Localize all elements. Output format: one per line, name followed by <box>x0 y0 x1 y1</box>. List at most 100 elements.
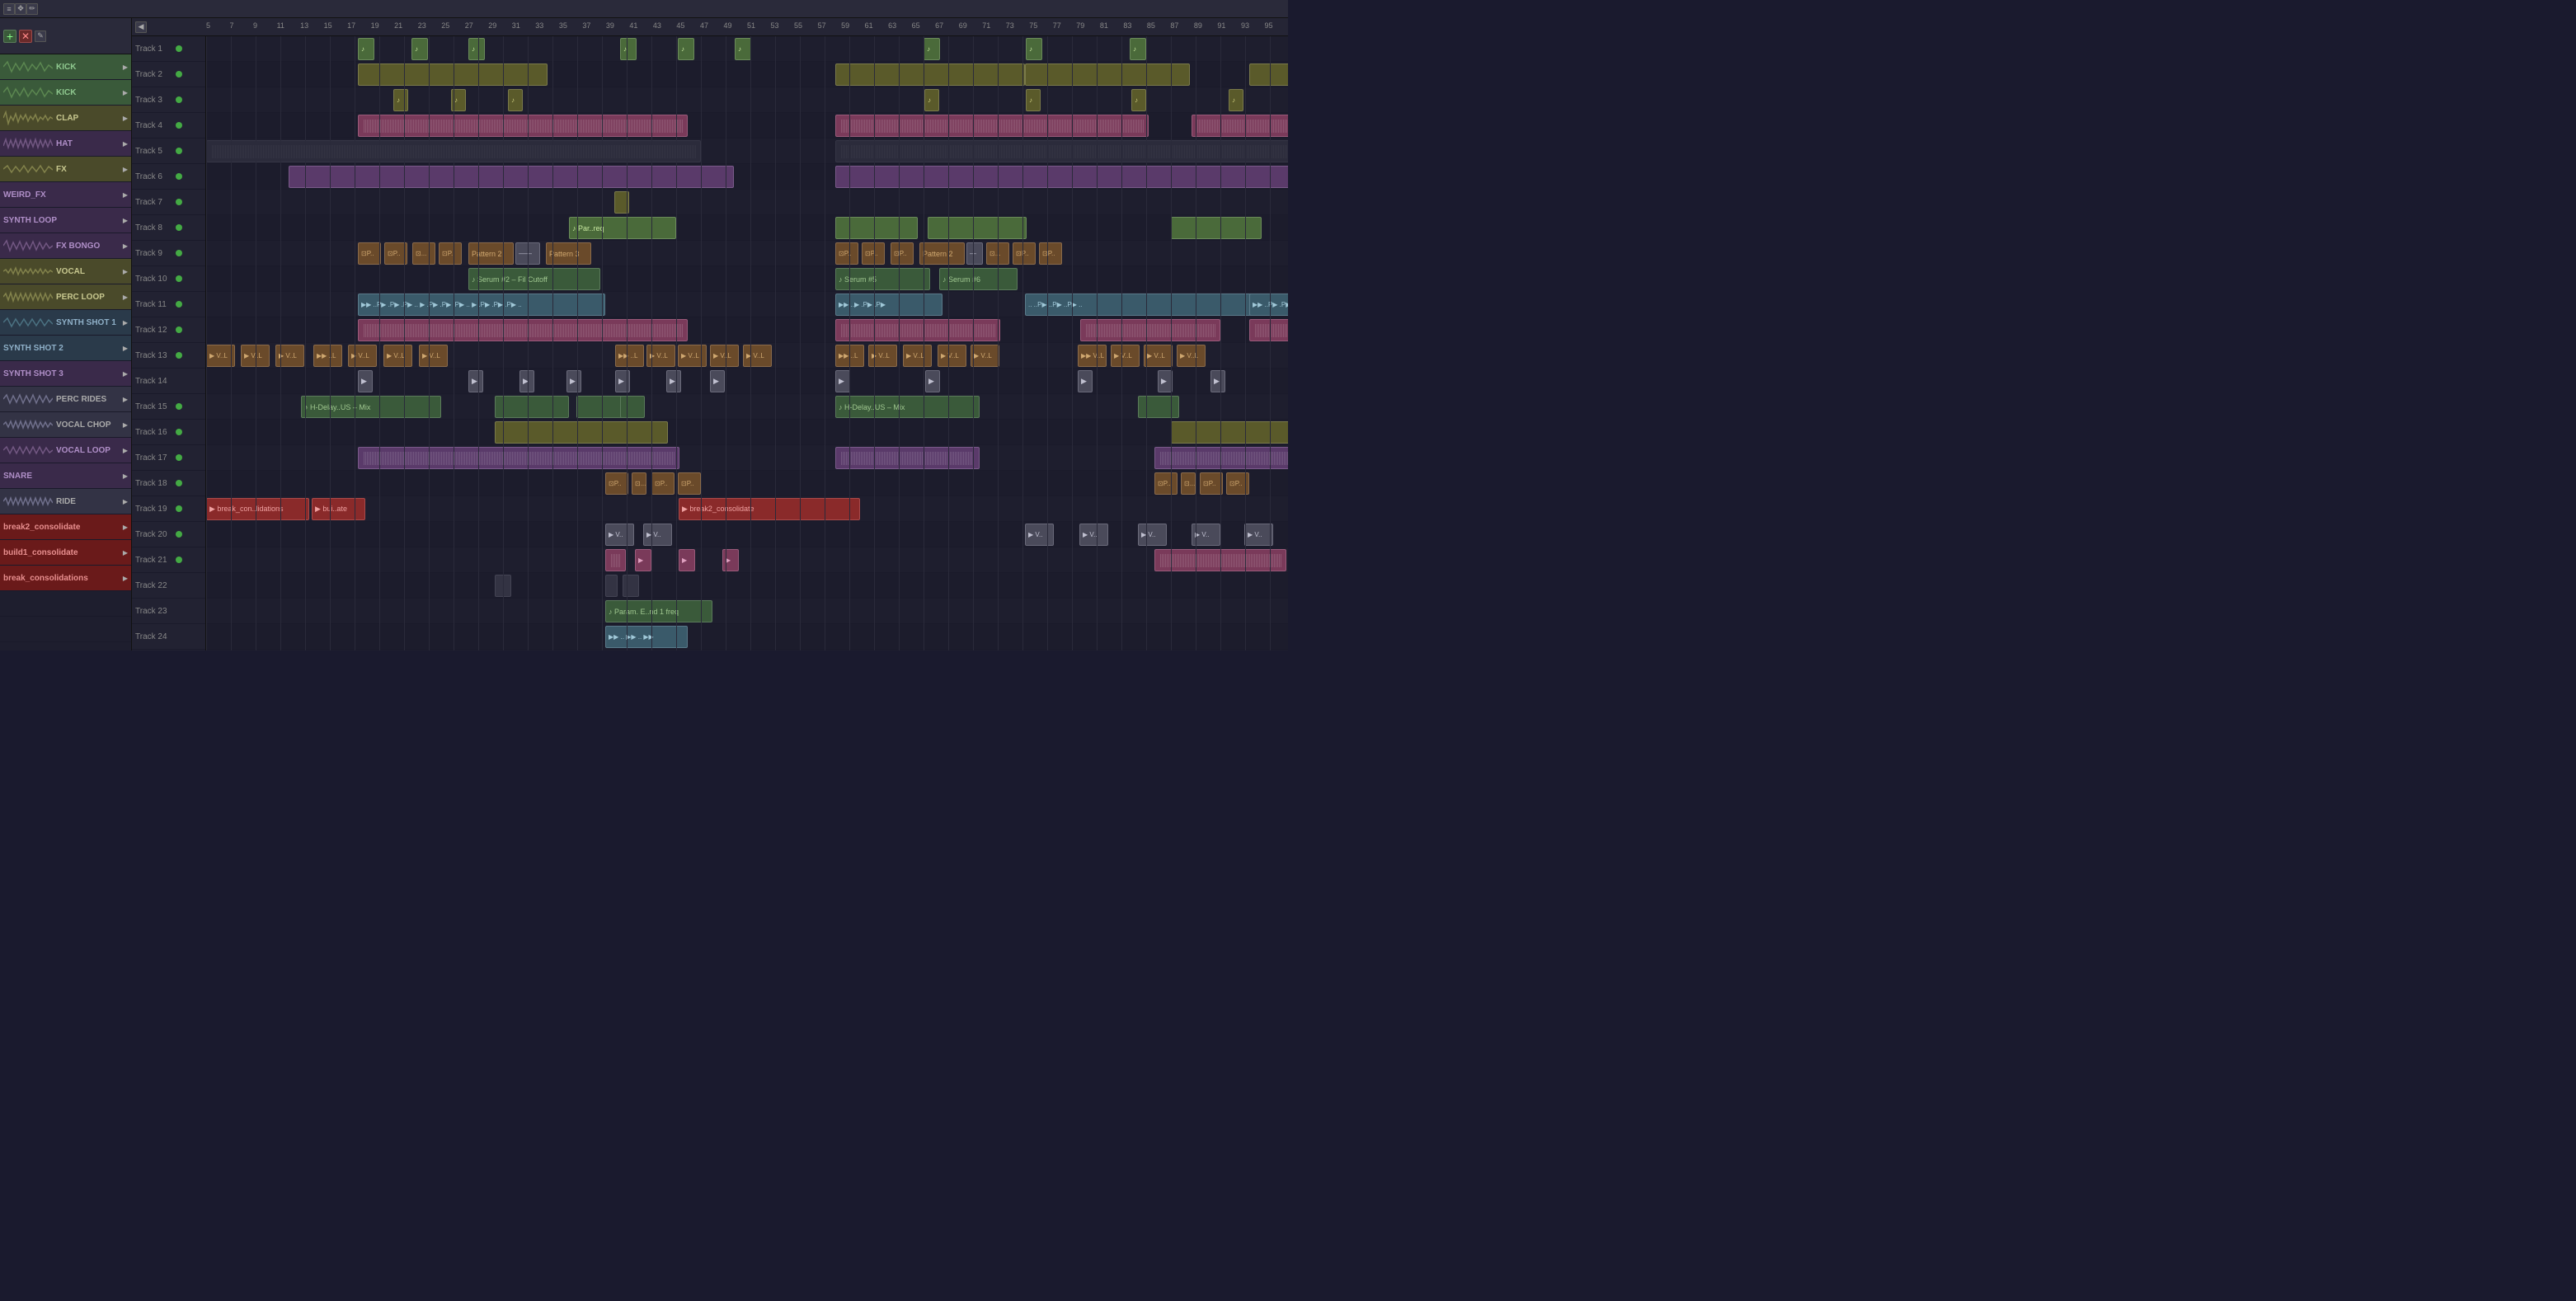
pattern-3-3[interactable]: ♪ <box>508 89 523 111</box>
pattern-20-5[interactable]: ▶ V.. <box>1138 524 1167 546</box>
track-item-kick1[interactable]: KICK ▶ <box>0 54 131 80</box>
pattern-9-10[interactable]: ⊡P.. <box>891 242 914 265</box>
track-item-snare[interactable]: SNARE ▶ <box>0 463 131 489</box>
pattern-18-2[interactable]: ⊡... <box>632 472 646 495</box>
move-tool-button[interactable]: ✥ <box>15 3 26 15</box>
pattern-12-3[interactable] <box>1080 319 1220 341</box>
track-item-synth-shot3[interactable]: SYNTH SHOT 3 ▶ <box>0 361 131 387</box>
pattern-21-4[interactable]: ▶ <box>722 549 739 571</box>
pattern-18-6[interactable]: ⊡... <box>1181 472 1196 495</box>
track-item-kick2[interactable]: KICK ▶ <box>0 80 131 106</box>
track-row-18[interactable]: ⊡P.. ⊡... ⊡P.. ⊡P.. ⊡P.. ⊡... ⊡P.. ⊡P.. <box>206 471 1288 496</box>
pattern-11-1[interactable]: ▶▶ ..P▶ .P▶ .P▶ .. ▶ .P▶ .P▶ .P▶ .. ▶ .P… <box>358 294 605 316</box>
pattern-14-10[interactable]: ▶ <box>1078 370 1093 392</box>
pattern-13-11[interactable]: ▶ V..L <box>710 345 739 367</box>
pattern-11-2[interactable]: ▶▶ ..▶ .P▶ .P▶ <box>835 294 942 316</box>
track-item-23[interactable] <box>0 617 131 642</box>
track-row-10[interactable]: ♪ Serum #2 – Fil Cutoff ♪ Serum #5 ♪ Ser… <box>206 266 1288 292</box>
pattern-13-21[interactable]: ▶ V..L <box>1177 345 1206 367</box>
pattern-14-12[interactable]: ▶ <box>1210 370 1225 392</box>
pattern-13-10[interactable]: ▶ V..L <box>678 345 707 367</box>
track-item-fx-bongo[interactable]: FX BONGO ▶ <box>0 233 131 259</box>
pattern-14-1[interactable]: ▶ <box>358 370 373 392</box>
pattern-3-4[interactable]: ♪ <box>924 89 939 111</box>
pattern-16-1[interactable] <box>495 421 668 444</box>
pattern-14-3[interactable]: ▶ <box>519 370 534 392</box>
timeline-marks[interactable]: 5791113151719212325272931333537394143454… <box>206 18 1288 36</box>
pattern-12-1[interactable] <box>358 319 688 341</box>
pattern-13-19[interactable]: ▶ V..L <box>1111 345 1140 367</box>
track-row-6[interactable] <box>206 164 1288 190</box>
timeline-collapse-btn[interactable]: ◀ <box>135 21 147 33</box>
pattern-14-4[interactable]: ▶ <box>566 370 581 392</box>
pattern-11-3[interactable]: .. ..P▶ ..P▶ ..P▶ .. <box>1025 294 1272 316</box>
pattern-8-3[interactable] <box>928 217 1027 239</box>
pattern-13-16[interactable]: ▶ V..L <box>938 345 966 367</box>
pattern-19-3[interactable]: ▶ break2_consolidate <box>679 498 860 520</box>
track-row-1[interactable]: ♪ ♪ ♪ ♪ ♪ ♪ ♪ ♪ ♪ <box>206 36 1288 62</box>
pattern-9-4[interactable]: ⊡P.. <box>439 242 462 265</box>
track-row-3[interactable]: ♪ ♪ ♪ ♪ ♪ ♪ ♪ ♪ <box>206 87 1288 113</box>
pattern-2-1[interactable] <box>358 63 548 86</box>
track-item-vocal-chop[interactable]: VOCAL CHOP ▶ <box>0 412 131 438</box>
track-item-weird-fx[interactable]: WEIRD_FX ▶ <box>0 182 131 208</box>
pattern-20-4[interactable]: ▶ V.. <box>1079 524 1108 546</box>
track-item-fx[interactable]: FX ▶ <box>0 157 131 182</box>
pattern-21-2[interactable]: ▶ <box>635 549 651 571</box>
track-row-22[interactable] <box>206 573 1288 599</box>
pattern-8-1[interactable]: ♪ Par..req <box>569 217 676 239</box>
pattern-15-1[interactable]: ♪ H-Delay..US – Mix <box>301 396 441 418</box>
pattern-9-3[interactable]: ⊡... <box>412 242 435 265</box>
tracks-scroll[interactable]: Track 1 Track 2 Track 3 Track 4 <box>132 36 1288 650</box>
track-item-synth-shot1[interactable]: SYNTH SHOT 1 ▶ <box>0 310 131 336</box>
pattern-13-12[interactable]: ▶ V..L <box>743 345 772 367</box>
track-row-24[interactable]: ▶▶ .. ▶▶ .. ▶▶ <box>206 624 1288 650</box>
pattern-9-12[interactable]: — <box>966 242 983 265</box>
track-row-11[interactable]: ▶▶ ..P▶ .P▶ .P▶ .. ▶ .P▶ .P▶ .P▶ .. ▶ .P… <box>206 292 1288 317</box>
pattern-18-7[interactable]: ⊡P.. <box>1200 472 1223 495</box>
pattern-2-2[interactable] <box>835 63 1025 86</box>
track-row-16[interactable] <box>206 420 1288 445</box>
pattern-11-4[interactable]: ▶▶ ..P▶ .P▶ <box>1249 294 1288 316</box>
track-item-clap[interactable]: CLAP ▶ <box>0 106 131 131</box>
pattern-19-1[interactable]: ▶ break_con..lidations <box>206 498 309 520</box>
pattern-18-4[interactable]: ⊡P.. <box>678 472 701 495</box>
pattern-22-2[interactable] <box>605 575 618 597</box>
pattern-10-1[interactable]: ♪ Serum #2 – Fil Cutoff <box>468 268 600 290</box>
pattern-13-8[interactable]: ▶▶ ..L <box>615 345 644 367</box>
pattern-20-3[interactable]: ▶ V.. <box>1025 524 1054 546</box>
tracks-pattern-area[interactable]: ♪ ♪ ♪ ♪ ♪ ♪ ♪ ♪ ♪ <box>206 36 1288 650</box>
pattern-3-6[interactable]: ♪ <box>1131 89 1146 111</box>
pattern-1-1[interactable]: ♪ <box>358 38 374 60</box>
pattern-17-2[interactable] <box>835 447 980 469</box>
pattern-1-5[interactable]: ♪ <box>678 38 694 60</box>
pattern-18-3[interactable]: ⊡P.. <box>651 472 675 495</box>
pattern-9-9[interactable]: ⊡P.. <box>862 242 885 265</box>
pattern-14-7[interactable]: ▶ <box>710 370 725 392</box>
pattern-13-14[interactable]: ▶ V..L <box>868 345 897 367</box>
pattern-20-2[interactable]: ▶ V.. <box>643 524 672 546</box>
pattern-15-6[interactable] <box>1138 396 1179 418</box>
track-row-4[interactable] <box>206 113 1288 139</box>
pattern-14-9[interactable]: ▶ <box>925 370 940 392</box>
pattern-6-1[interactable] <box>289 166 734 188</box>
track-row-8[interactable]: ♪ Par..req <box>206 215 1288 241</box>
pattern-1-7[interactable]: ♪ <box>924 38 940 60</box>
track-item-vocal[interactable]: VOCAL ▶ <box>0 259 131 284</box>
pattern-1-9[interactable]: ♪ <box>1130 38 1146 60</box>
pattern-4-3[interactable] <box>1192 115 1288 137</box>
pattern-12-2[interactable] <box>835 319 1000 341</box>
pattern-20-7[interactable]: ▶ V.. <box>1244 524 1273 546</box>
track-item-break-cons[interactable]: break_consolidations ▶ <box>0 566 131 591</box>
track-item-vocal-loop[interactable]: VOCAL LOOP ▶ <box>0 438 131 463</box>
track-row-7[interactable] <box>206 190 1288 215</box>
track-item-synth-loop[interactable]: SYNTH LOOP ▶ <box>0 208 131 233</box>
track-row-23[interactable]: ♪ Param. E..nd 1 freq <box>206 599 1288 624</box>
track-row-17[interactable] <box>206 445 1288 471</box>
pattern-1-3[interactable]: ♪ <box>468 38 485 60</box>
track-item-break2[interactable]: break2_consolidate ▶ <box>0 514 131 540</box>
pattern-1-2[interactable]: ♪ <box>411 38 428 60</box>
pattern-13-18[interactable]: ▶▶ V..L <box>1078 345 1107 367</box>
pattern-13-5[interactable]: ▶ V..L <box>348 345 377 367</box>
pattern-1-4[interactable]: ♪ <box>620 38 637 60</box>
